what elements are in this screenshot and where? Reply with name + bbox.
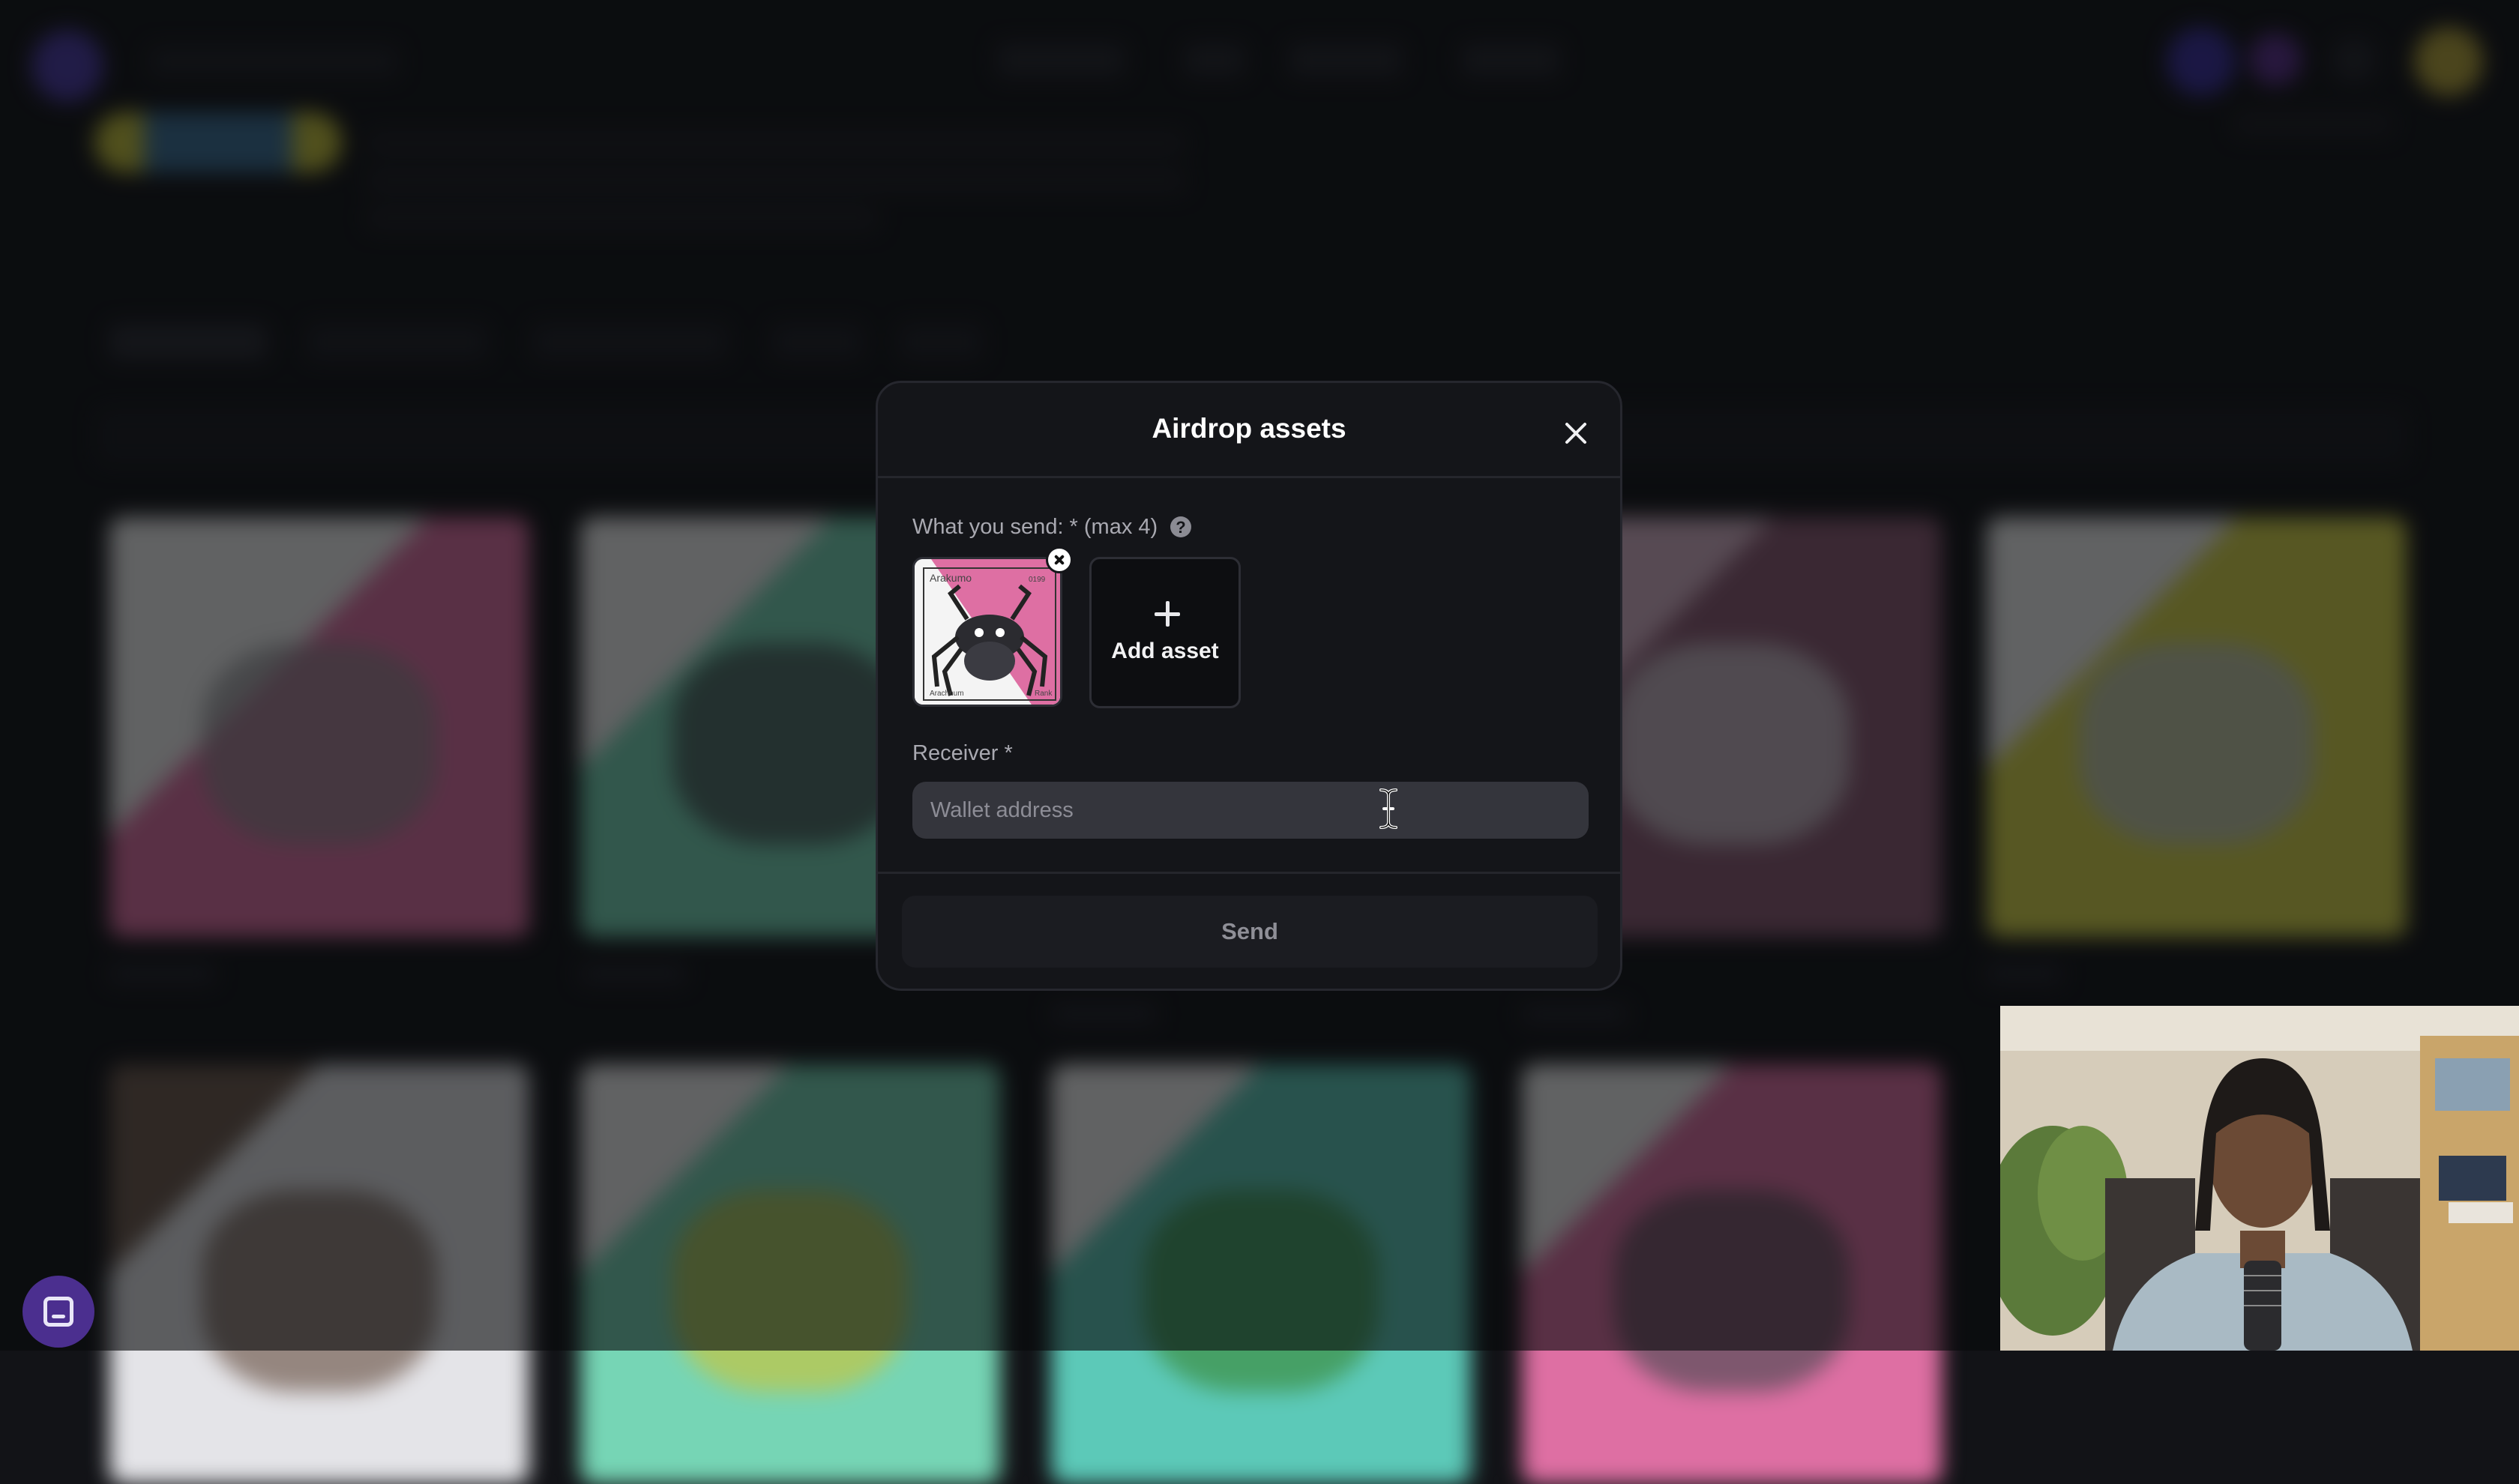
plus-icon [1155, 601, 1180, 627]
webcam-video [2000, 1006, 2519, 1351]
chat-launcher-button[interactable] [22, 1276, 94, 1348]
asset-footer-right: Rank [1035, 690, 1053, 698]
remove-asset-close-icon[interactable] [1046, 546, 1073, 573]
what-you-send-label: What you send: * (max 4) [912, 515, 1158, 539]
modal-header: Airdrop assets [878, 383, 1620, 478]
chat-icon [43, 1297, 73, 1327]
receiver-label: Receiver * [912, 741, 1013, 765]
add-asset-button[interactable]: Add asset [1089, 557, 1241, 708]
airdrop-modal: Airdrop assets What you send: * (max 4) … [876, 381, 1622, 991]
add-asset-label: Add asset [1111, 639, 1219, 663]
asset-name-tag: Arakumo [930, 572, 972, 584]
asset-number-tag: 0199 [1029, 576, 1046, 584]
wallet-address-input[interactable] [912, 782, 1589, 839]
modal-title: Airdrop assets [1152, 413, 1346, 444]
selected-asset-thumbnail: Arakumo 0199 Arachnum Rank [912, 557, 1062, 707]
text-cursor-icon [1379, 788, 1397, 829]
close-icon[interactable] [1559, 416, 1593, 450]
help-icon[interactable]: ? [1170, 516, 1191, 537]
asset-artwork: Arakumo 0199 Arachnum Rank [915, 559, 1060, 705]
modal-footer-divider [878, 872, 1620, 874]
presenter-video-frame [2000, 1006, 2519, 1351]
asset-footer-left: Arachnum [930, 690, 964, 698]
send-button[interactable]: Send [902, 896, 1598, 968]
